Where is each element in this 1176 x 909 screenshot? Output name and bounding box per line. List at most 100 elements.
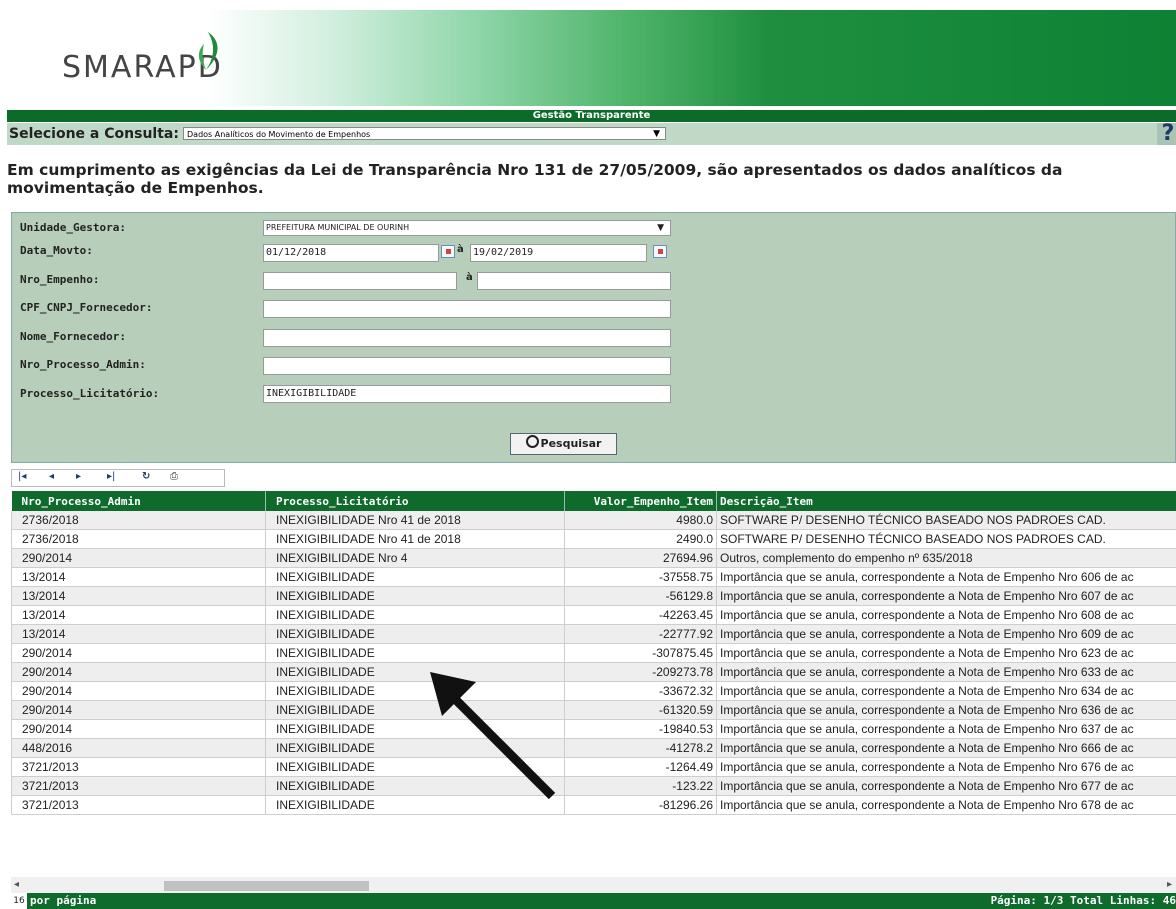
nome-fornecedor-input[interactable] (263, 329, 671, 347)
cell-descricao-item: Importância que se anula, correspondente… (716, 700, 1176, 720)
cell-nro-processo-admin: 3721/2013 (11, 757, 266, 777)
cell-valor-empenho-item: 2490.0 (564, 529, 717, 549)
cell-nro-processo-admin: 2736/2018 (11, 511, 266, 530)
last-page-icon[interactable]: ▸| (107, 471, 115, 482)
cell-nro-processo-admin: 290/2014 (11, 548, 266, 568)
help-icon[interactable]: ? (1157, 123, 1176, 145)
dropdown-arrow-icon: ▼ (657, 223, 664, 233)
search-button[interactable]: Pesquisar (510, 433, 617, 455)
cell-processo-licitatorio: INEXIGIBILIDADE (265, 586, 565, 606)
column-header-processo-licitatorio[interactable]: Processo_Licitatório (265, 491, 565, 511)
scrollbar-thumb[interactable] (164, 881, 369, 891)
cell-valor-empenho-item: -61320.59 (564, 700, 717, 720)
table-row[interactable]: 13/2014 INEXIGIBILIDADE -37558.75 Importânc… (11, 567, 1176, 587)
filter-panel: Unidade_Gestora: PREFEITURA MUNICIPAL DE… (11, 212, 1176, 463)
range-separator: à (457, 244, 464, 255)
scroll-right-icon[interactable]: ▸ (1167, 879, 1172, 890)
nro-empenho-from-input[interactable] (263, 272, 457, 290)
range-separator: à (466, 272, 473, 283)
table-row[interactable]: 290/2014 INEXIGIBILIDADE -33672.32 Importân… (11, 681, 1176, 701)
cell-processo-licitatorio: INEXIGIBILIDADE Nro 4 (265, 548, 565, 568)
table-row[interactable]: 290/2014 INEXIGIBILIDADE -61320.59 Importân… (11, 700, 1176, 720)
dropdown-arrow-icon: ▼ (653, 129, 660, 139)
cell-descricao-item: Importância que se anula, correspondente… (716, 681, 1176, 701)
per-page-select[interactable]: 16 (11, 893, 27, 909)
unidade-gestora-select[interactable]: PREFEITURA MUNICIPAL DE OURINH ▼ (263, 220, 671, 236)
cell-valor-empenho-item: 27694.96 (564, 548, 717, 568)
cell-processo-licitatorio: INEXIGIBILIDADE Nro 41 de 2018 (265, 529, 565, 549)
cell-nro-processo-admin: 3721/2013 (11, 776, 266, 796)
table-row[interactable]: 13/2014 INEXIGIBILIDADE -42263.45 Importânc… (11, 605, 1176, 625)
law-notice-text: Em cumprimento as exigências da Lei de T… (7, 161, 1063, 197)
cell-descricao-item: Outros, complemento do empenho nº 635/20… (716, 548, 1176, 568)
horizontal-scrollbar[interactable]: ◂ ▸ (11, 877, 1176, 893)
unidade-gestora-label: Unidade_Gestora: (20, 221, 126, 234)
processo-licitatorio-input[interactable]: INEXIGIBILIDADE (263, 385, 671, 403)
table-row[interactable]: 290/2014 INEXIGIBILIDADE -19840.53 Importân… (11, 719, 1176, 739)
page-title-bar: Gestão Transparente (7, 110, 1176, 122)
prev-page-icon[interactable]: ◂ (49, 471, 54, 482)
nome-fornecedor-label: Nome_Fornecedor: (20, 330, 126, 343)
cell-valor-empenho-item: -56129.8 (564, 586, 717, 606)
table-row[interactable]: 2736/2018 INEXIGIBILIDADE Nro 41 de 2018 4… (11, 511, 1176, 530)
unidade-gestora-value: PREFEITURA MUNICIPAL DE OURINH (266, 223, 410, 232)
cell-nro-processo-admin: 290/2014 (11, 719, 266, 739)
calendar-icon[interactable] (441, 245, 455, 258)
nro-empenho-to-input[interactable] (477, 272, 671, 290)
cell-nro-processo-admin: 13/2014 (11, 624, 266, 644)
table-row[interactable]: 3721/2013 INEXIGIBILIDADE -81296.26 Importâ… (11, 795, 1176, 815)
cell-valor-empenho-item: -123.22 (564, 776, 717, 796)
cell-descricao-item: SOFTWARE P/ DESENHO TÉCNICO BASEADO NOS … (716, 529, 1176, 549)
cell-valor-empenho-item: -1264.49 (564, 757, 717, 777)
search-icon (525, 435, 539, 448)
scroll-left-icon[interactable]: ◂ (14, 879, 19, 890)
data-movto-from-input[interactable]: 01/12/2018 (263, 244, 439, 262)
column-header-valor-empenho-item[interactable]: Valor_Empenho_Item (564, 491, 717, 511)
cell-nro-processo-admin: 448/2016 (11, 738, 266, 758)
consulta-select[interactable]: Dados Analíticos do Movimento de Empenho… (183, 127, 666, 140)
table-row[interactable]: 290/2014 INEXIGIBILIDADE -209273.78 Importâ… (11, 662, 1176, 682)
cell-descricao-item: Importância que se anula, correspondente… (716, 738, 1176, 758)
data-movto-to-input[interactable]: 19/02/2019 (470, 244, 647, 262)
cell-processo-licitatorio: INEXIGIBILIDADE (265, 567, 565, 587)
cell-nro-processo-admin: 290/2014 (11, 643, 266, 663)
cell-descricao-item: Importância que se anula, correspondente… (716, 643, 1176, 663)
consulta-label: Selecione a Consulta: (9, 126, 179, 142)
cell-descricao-item: Importância que se anula, correspondente… (716, 662, 1176, 682)
cell-valor-empenho-item: -37558.75 (564, 567, 717, 587)
table-row[interactable]: 2736/2018 INEXIGIBILIDADE Nro 41 de 2018 2… (11, 529, 1176, 549)
cell-nro-processo-admin: 13/2014 (11, 586, 266, 606)
consulta-select-value: Dados Analíticos do Movimento de Empenho… (187, 130, 371, 139)
table-row[interactable]: 13/2014 INEXIGIBILIDADE -22777.92 Importânc… (11, 624, 1176, 644)
cpf-cnpj-label: CPF_CNPJ_Fornecedor: (20, 301, 153, 314)
pager-toolbar: |◂ ◂ ▸ ▸| ↻ ⎙ (11, 469, 225, 487)
cell-nro-processo-admin: 290/2014 (11, 700, 266, 720)
next-page-icon[interactable]: ▸ (76, 471, 81, 482)
cell-descricao-item: Importância que se anula, correspondente… (716, 776, 1176, 796)
table-row[interactable]: 448/2016 INEXIGIBILIDADE -41278.2 Importânc… (11, 738, 1176, 758)
cell-nro-processo-admin: 13/2014 (11, 605, 266, 625)
cell-valor-empenho-item: -33672.32 (564, 681, 717, 701)
table-row[interactable]: 3721/2013 INEXIGIBILIDADE -1264.49 Importân… (11, 757, 1176, 777)
cell-valor-empenho-item: -19840.53 (564, 719, 717, 739)
column-header-descricao-item[interactable]: Descrição_Item (716, 491, 1176, 511)
calendar-icon[interactable] (653, 245, 667, 258)
cell-valor-empenho-item: 4980.0 (564, 511, 717, 530)
column-header-nro-processo-admin[interactable]: Nro_Processo_Admin (11, 491, 266, 511)
cell-valor-empenho-item: -307875.45 (564, 643, 717, 663)
cell-descricao-item: Importância que se anula, correspondente… (716, 624, 1176, 644)
first-page-icon[interactable]: |◂ (18, 471, 26, 482)
cell-processo-licitatorio: INEXIGIBILIDADE Nro 41 de 2018 (265, 511, 565, 530)
cpf-cnpj-input[interactable] (263, 300, 671, 318)
table-row[interactable]: 290/2014 INEXIGIBILIDADE Nro 4 27694.96 Out… (11, 548, 1176, 568)
processo-licitatorio-label: Processo_Licitatório: (20, 387, 160, 400)
table-row[interactable]: 13/2014 INEXIGIBILIDADE -56129.8 Importânci… (11, 586, 1176, 606)
cell-descricao-item: Importância que se anula, correspondente… (716, 605, 1176, 625)
print-icon[interactable]: ⎙ (170, 471, 178, 482)
table-row[interactable]: 3721/2013 INEXIGIBILIDADE -123.22 Importânc… (11, 776, 1176, 796)
cell-nro-processo-admin: 290/2014 (11, 681, 266, 701)
cell-nro-processo-admin: 13/2014 (11, 567, 266, 587)
nro-processo-admin-input[interactable] (263, 357, 671, 375)
refresh-icon[interactable]: ↻ (142, 471, 150, 482)
table-row[interactable]: 290/2014 INEXIGIBILIDADE -307875.45 Importâ… (11, 643, 1176, 663)
